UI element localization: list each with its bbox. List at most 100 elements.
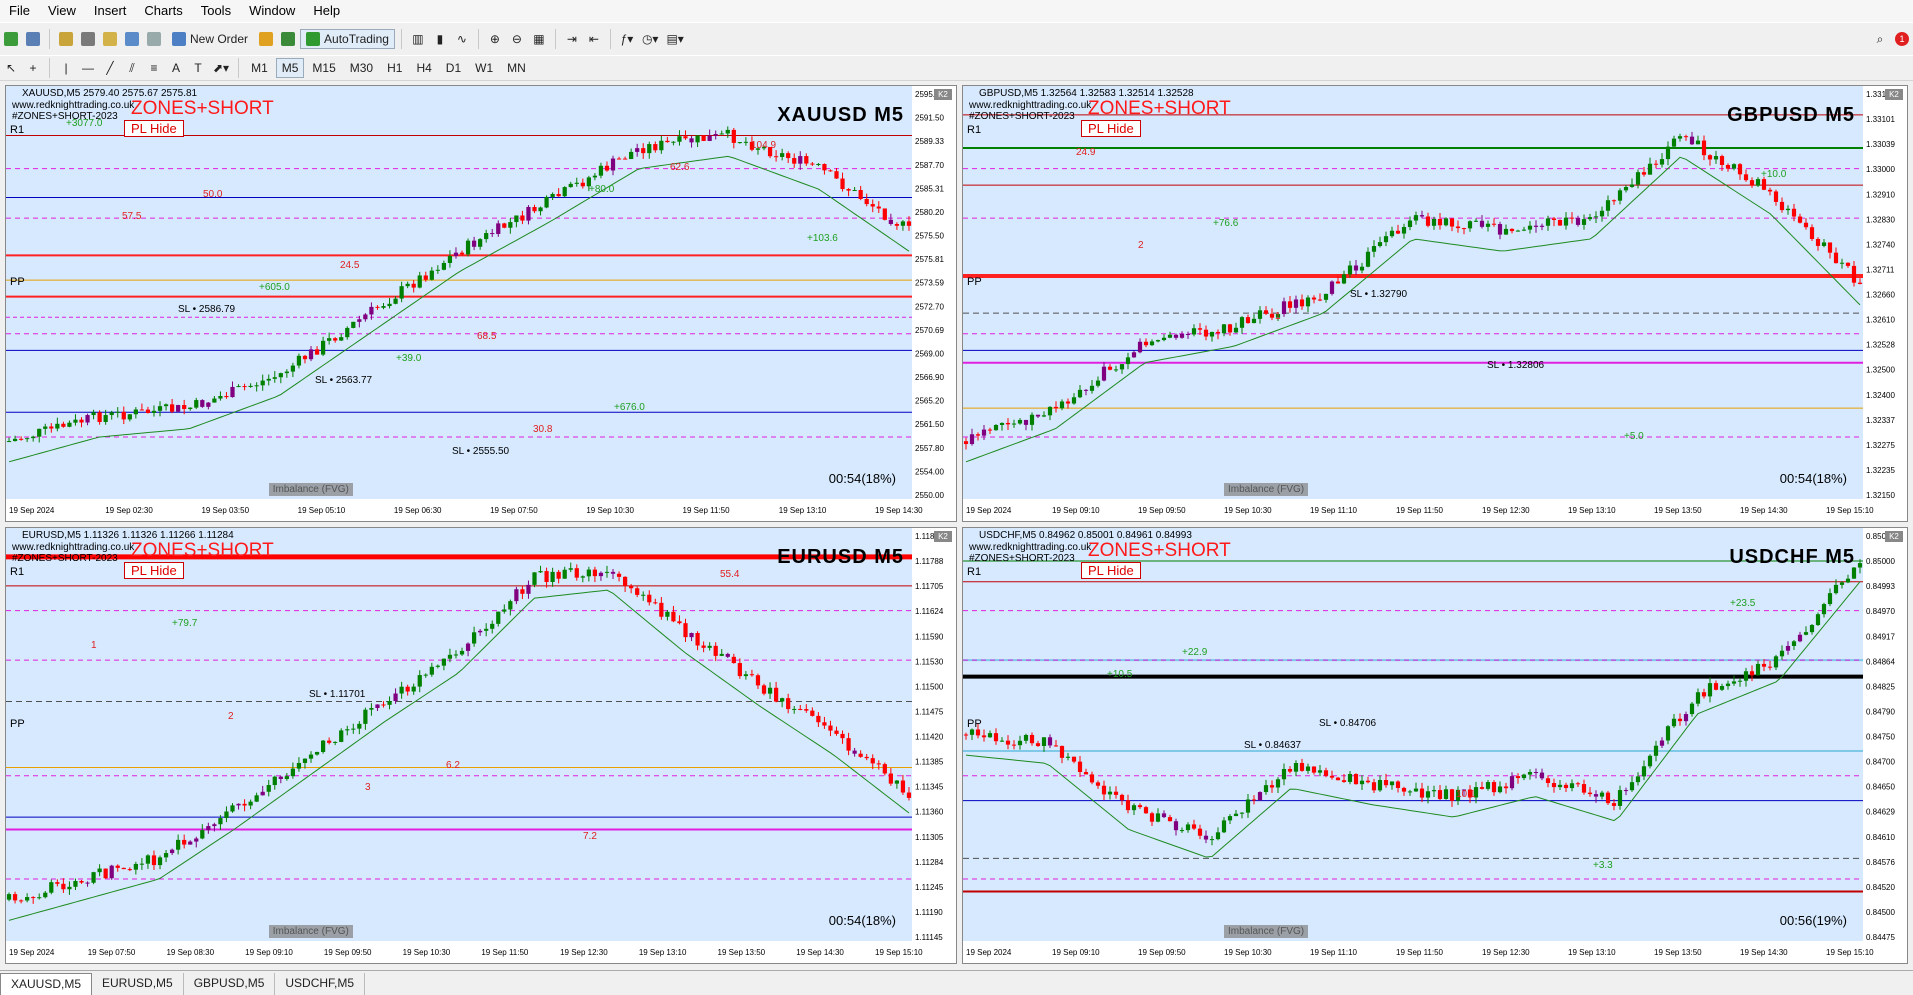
candle-body bbox=[194, 400, 199, 408]
menu-window[interactable]: Window bbox=[240, 0, 304, 22]
menu-file[interactable]: File bbox=[0, 0, 39, 22]
candle-body bbox=[1743, 174, 1749, 181]
timeframe-w1[interactable]: W1 bbox=[469, 58, 499, 78]
timeframe-h4[interactable]: H4 bbox=[410, 58, 437, 78]
candle-body bbox=[1191, 824, 1197, 829]
chart-annotation: SL • 2586.79 bbox=[178, 304, 236, 315]
pl-hide-button[interactable]: PL Hide bbox=[124, 562, 184, 579]
candle-body bbox=[6, 894, 12, 900]
candle-body bbox=[1293, 762, 1299, 772]
menu-view[interactable]: View bbox=[39, 0, 85, 22]
chart-tab[interactable]: EURUSD,M5 bbox=[92, 973, 184, 995]
gbpusd-chart[interactable]: 1.33170 1.33101 1.33039 1.33000 1.32910 1.328… bbox=[962, 85, 1908, 522]
chart-annotation: +79.7 bbox=[172, 618, 198, 629]
usdchf-chart[interactable]: 0.85045 0.85000 0.84993 0.84970 0.84917 0.848… bbox=[962, 527, 1908, 964]
crosshair-icon[interactable]: + bbox=[23, 58, 43, 78]
eurusd-chart[interactable]: 1.11815 1.11788 1.11705 1.11624 1.11590 1.115… bbox=[5, 527, 957, 964]
chart-shift-icon[interactable]: ⇤ bbox=[584, 29, 604, 49]
autotrading-button[interactable]: AutoTrading bbox=[300, 29, 395, 49]
price-label: 1.32337 bbox=[1866, 416, 1895, 425]
channel-icon[interactable]: ⫽ bbox=[122, 58, 142, 78]
chart-options-button[interactable]: K2 bbox=[1885, 531, 1903, 542]
candle-body bbox=[641, 594, 646, 596]
timeframe-m30[interactable]: M30 bbox=[344, 58, 379, 78]
timeframe-h1[interactable]: H1 bbox=[381, 58, 408, 78]
candle-body bbox=[963, 734, 969, 736]
cursor-icon[interactable]: ↖ bbox=[1, 58, 21, 78]
chart-annotation: SL • 1.11701 bbox=[309, 689, 366, 700]
tester-button[interactable] bbox=[144, 29, 164, 49]
timeframe-m1[interactable]: M1 bbox=[245, 58, 274, 78]
trendline-icon[interactable]: ╱ bbox=[100, 58, 120, 78]
chart-tab[interactable]: GBPUSD,M5 bbox=[184, 973, 276, 995]
candlestick-icon[interactable]: ▮ bbox=[430, 29, 450, 49]
candle-body bbox=[580, 576, 585, 578]
navigator-button[interactable] bbox=[100, 29, 120, 49]
candle-body bbox=[73, 880, 78, 887]
candle-body bbox=[1425, 791, 1431, 798]
menu-help[interactable]: Help bbox=[304, 0, 349, 22]
xauusd-chart[interactable]: 2595.00 2591.50 2589.33 2587.70 2585.31 2580.… bbox=[5, 85, 957, 522]
zoom-in-icon[interactable]: ⊕ bbox=[485, 29, 505, 49]
search-icon[interactable]: ⌕ bbox=[1870, 29, 1890, 49]
chart-options-button[interactable]: K2 bbox=[1885, 89, 1903, 100]
candle-body bbox=[1029, 734, 1035, 744]
pl-hide-button[interactable]: PL Hide bbox=[1081, 562, 1141, 579]
tile-windows-icon[interactable]: ▦ bbox=[529, 29, 549, 49]
timeframe-m15[interactable]: M15 bbox=[306, 58, 341, 78]
vertical-line-icon[interactable]: | bbox=[56, 58, 76, 78]
arrows-tool-icon[interactable]: ⬈▾ bbox=[210, 58, 232, 78]
candle-body bbox=[465, 240, 471, 255]
chart-tab[interactable]: XAUUSD,M5 bbox=[0, 973, 93, 995]
menu-charts[interactable]: Charts bbox=[135, 0, 191, 22]
time-label: 19 Sep 11:50 bbox=[481, 948, 529, 957]
timeframe-mn[interactable]: MN bbox=[501, 58, 532, 78]
data-window-button[interactable] bbox=[78, 29, 98, 49]
auto-scroll-icon[interactable]: ⇥ bbox=[562, 29, 582, 49]
candle-body bbox=[1095, 380, 1101, 386]
candle-body bbox=[1641, 766, 1647, 777]
candle-body bbox=[25, 897, 30, 901]
site-label: www.redknighttrading.co.uk bbox=[969, 542, 1092, 553]
profiles-button[interactable] bbox=[23, 29, 43, 49]
templates-icon[interactable]: ▤▾ bbox=[663, 29, 686, 49]
time-label: 19 Sep 11:10 bbox=[1310, 506, 1358, 515]
indicators-icon[interactable]: ƒ▾ bbox=[617, 29, 637, 49]
metaeditor-button[interactable] bbox=[256, 29, 276, 49]
horizontal-line-icon[interactable]: — bbox=[78, 58, 98, 78]
candle-body bbox=[882, 208, 887, 220]
candle-body bbox=[37, 428, 42, 437]
candle-body bbox=[127, 869, 132, 871]
candle-body bbox=[701, 645, 706, 648]
chart-tab[interactable]: USDCHF,M5 bbox=[275, 973, 366, 995]
menu-tools[interactable]: Tools bbox=[192, 0, 240, 22]
timeframe-d1[interactable]: D1 bbox=[440, 58, 467, 78]
pl-hide-button[interactable]: PL Hide bbox=[1081, 120, 1141, 137]
menu-insert[interactable]: Insert bbox=[85, 0, 136, 22]
bar-chart-icon[interactable]: ▥ bbox=[408, 29, 428, 49]
candle-body bbox=[550, 193, 555, 197]
new-order-button[interactable]: New Order bbox=[166, 29, 254, 49]
zoom-out-icon[interactable]: ⊖ bbox=[507, 29, 527, 49]
market-watch-button[interactable] bbox=[56, 29, 76, 49]
candle-body bbox=[592, 569, 598, 577]
new-chart-button[interactable] bbox=[1, 29, 21, 49]
fibonacci-icon[interactable]: ≡ bbox=[144, 58, 164, 78]
notification-icon[interactable]: 1 bbox=[1892, 29, 1912, 49]
label-tool-icon[interactable]: T bbox=[188, 58, 208, 78]
line-chart-icon[interactable]: ∿ bbox=[452, 29, 472, 49]
terminal-button[interactable] bbox=[122, 29, 142, 49]
chart-options-button[interactable]: K2 bbox=[934, 89, 952, 100]
text-tool-icon[interactable]: A bbox=[166, 58, 186, 78]
periods-icon[interactable]: ◷▾ bbox=[639, 29, 662, 49]
timeframe-m5[interactable]: M5 bbox=[275, 58, 305, 78]
chart-annotation: 10.1 bbox=[1456, 789, 1476, 800]
chart-options-button[interactable]: K2 bbox=[934, 531, 952, 542]
pl-hide-button[interactable]: PL Hide bbox=[124, 120, 184, 137]
candle-body bbox=[176, 839, 181, 850]
candle-body bbox=[1335, 777, 1341, 781]
candle-body bbox=[1527, 225, 1533, 230]
candle-body bbox=[1101, 366, 1107, 381]
candle-body bbox=[375, 704, 380, 709]
signals-button[interactable] bbox=[278, 29, 298, 49]
